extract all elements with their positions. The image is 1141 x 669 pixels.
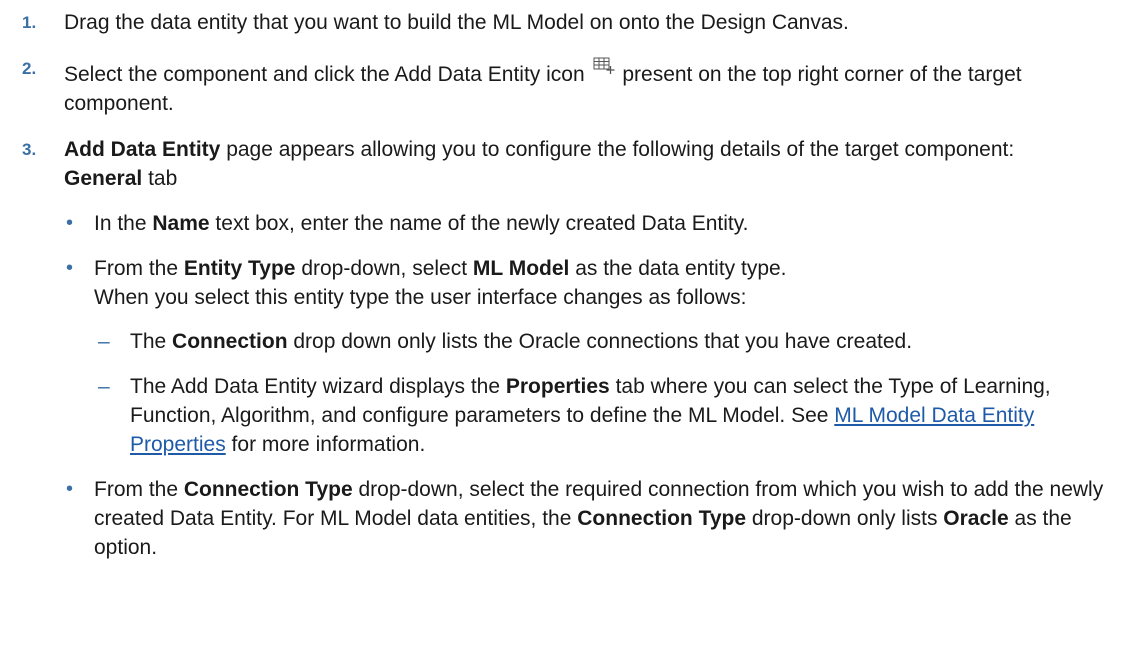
bullet-text: drop-down only lists bbox=[746, 507, 944, 530]
bold-term: ML Model bbox=[472, 257, 570, 280]
general-tab-label: General bbox=[64, 167, 143, 190]
sub-list: – The Connection drop down only lists th… bbox=[94, 327, 1117, 459]
bullet-dot: • bbox=[66, 478, 74, 500]
bullet-list: • In the Name text box, enter the name o… bbox=[64, 209, 1117, 562]
step-text: page appears allowing you to configure t… bbox=[226, 138, 1015, 161]
bold-term: Properties bbox=[505, 375, 610, 398]
sub-item-text: drop down only lists the Oracle connecti… bbox=[287, 330, 913, 353]
bullet-text: In the bbox=[94, 212, 153, 235]
sub-item-text: The Add Data Entity wizard displays the bbox=[130, 375, 506, 398]
bullet-text: text box, enter the name of the newly cr… bbox=[209, 212, 749, 235]
tab-suffix: tab bbox=[148, 167, 178, 190]
step-text-before-icon: Select the component and click the Add D… bbox=[64, 63, 585, 86]
step-number: 3. bbox=[22, 140, 37, 159]
step-2: 2. Select the component and click the Ad… bbox=[22, 54, 1117, 118]
procedure-document: 1. Drag the data entity that you want to… bbox=[0, 0, 1141, 562]
bold-term: Name bbox=[152, 212, 210, 235]
bold-term: Connection Type bbox=[577, 507, 747, 530]
add-data-entity-icon bbox=[593, 54, 615, 74]
step-text: Drag the data entity that you want to bu… bbox=[64, 11, 849, 34]
sub-item-text: The bbox=[130, 330, 173, 353]
step-1: 1. Drag the data entity that you want to… bbox=[22, 8, 1117, 37]
bold-term: Connection bbox=[172, 330, 288, 353]
bullet-text: From the bbox=[94, 478, 184, 501]
sub-item-text: for more information. bbox=[225, 433, 426, 456]
add-data-entity-label: Add Data Entity bbox=[64, 138, 221, 161]
bullet-text: drop-down, select bbox=[295, 257, 473, 280]
bold-term: Entity Type bbox=[183, 257, 296, 280]
bullet-item-connection-type: • From the Connection Type drop-down, se… bbox=[64, 475, 1117, 562]
sub-item-dash: – bbox=[98, 375, 110, 398]
bold-term: Oracle bbox=[943, 507, 1009, 530]
step-number: 1. bbox=[22, 13, 37, 32]
bullet-text: From the bbox=[94, 257, 184, 280]
bullet-text: as the data entity type. bbox=[569, 257, 787, 280]
bold-term: Connection Type bbox=[183, 478, 353, 501]
bullet-dot: • bbox=[66, 257, 74, 279]
step-number: 2. bbox=[22, 59, 37, 78]
bullet-item-entity-type: • From the Entity Type drop-down, select… bbox=[64, 254, 1117, 459]
sub-item-properties: – The Add Data Entity wizard displays th… bbox=[94, 372, 1117, 459]
bullet-dot: • bbox=[66, 212, 74, 234]
sub-item-connection: – The Connection drop down only lists th… bbox=[94, 327, 1117, 356]
bullet-text: When you select this entity type the use… bbox=[94, 286, 747, 309]
bullet-item-name: • In the Name text box, enter the name o… bbox=[64, 209, 1117, 238]
step-3: 3. Add Data Entity page appears allowing… bbox=[22, 135, 1117, 562]
sub-item-dash: – bbox=[98, 330, 110, 353]
